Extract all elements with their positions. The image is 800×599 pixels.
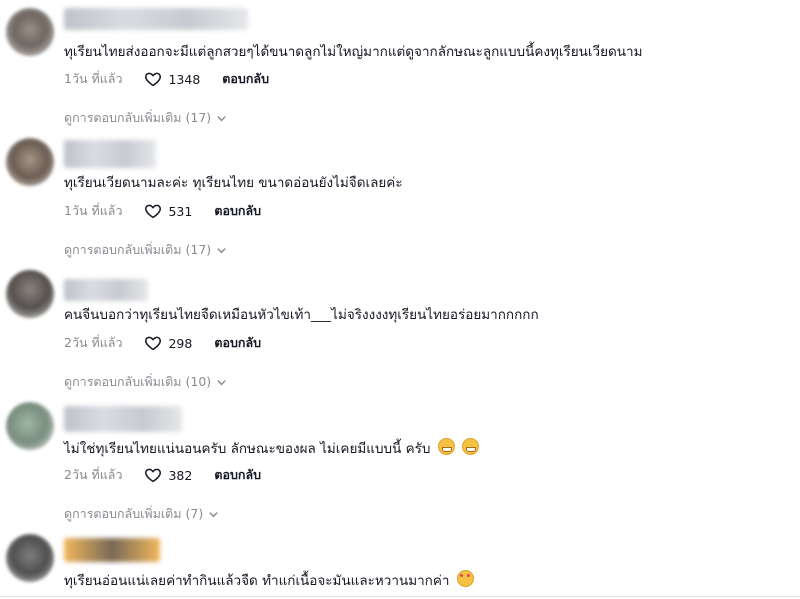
like-button[interactable]: 382 (144, 466, 192, 484)
comment-text: คนจีนบอกว่าทุเรียนไทยจืดเหมือนหัวไขเท้า_… (64, 307, 539, 323)
comment-text: ทุเรียนอ่อนแน่เลยค่าทำกินแล้วจืด ทำแก่เน… (64, 570, 474, 590)
comment-time: 1วัน ที่แล้ว (64, 71, 123, 86)
like-button[interactable]: 531 (144, 202, 192, 220)
heart-outline-icon (145, 336, 162, 351)
grinning-emoji-icon (437, 438, 455, 455)
comment-text-content: ทุเรียนอ่อนแน่เลยค่าทำกินแล้วจืด ทำแก่เน… (64, 573, 450, 589)
like-count: 1348 (168, 71, 201, 87)
view-more-replies[interactable]: ดูการตอบกลับเพิ่มเติม (17) (64, 240, 227, 260)
comment-meta: 2วัน ที่แล้ว 298 ตอบกลับ (64, 333, 261, 353)
reply-button[interactable]: ตอบกลับ (214, 201, 261, 221)
view-more-replies[interactable]: ดูการตอบกลับเพิ่มเติม (7) (64, 504, 219, 524)
comment-meta: 2วัน ที่แล้ว 382 ตอบกลับ (64, 465, 261, 485)
comment-time: 2วัน ที่แล้ว (64, 467, 123, 482)
avatar[interactable] (6, 8, 54, 56)
avatar[interactable] (6, 138, 54, 186)
view-more-replies-label: ดูการตอบกลับเพิ่มเติม (10) (64, 374, 212, 389)
comment-time: 1วัน ที่แล้ว (64, 203, 123, 218)
comment-meta: 1วัน ที่แล้ว 531 ตอบกลับ (64, 201, 261, 221)
view-more-replies[interactable]: ดูการตอบกลับเพิ่มเติม (17) (64, 108, 227, 128)
comment-text: ทุเรียนเวียดนามละค่ะ ทุเรียนไทย ขนาดอ่อน… (64, 175, 403, 191)
heart-eyes-emoji-icon (456, 570, 474, 587)
reply-button[interactable]: ตอบกลับ (214, 333, 261, 353)
heart-outline-icon (145, 204, 162, 219)
view-more-replies-label: ดูการตอบกลับเพิ่มเติม (7) (64, 506, 204, 521)
heart-outline-icon (145, 72, 162, 87)
comment-time: 2วัน ที่แล้ว (64, 335, 123, 350)
chevron-down-icon (217, 115, 226, 121)
like-button[interactable]: 298 (144, 334, 192, 352)
view-more-replies-label: ดูการตอบกลับเพิ่มเติม (17) (64, 242, 212, 257)
comment-meta: 1วัน ที่แล้ว 1348 ตอบกลับ (64, 69, 269, 89)
view-more-replies[interactable]: ดูการตอบกลับเพิ่มเติม (10) (64, 372, 227, 392)
chevron-down-icon (209, 511, 218, 517)
username-blurred[interactable] (64, 279, 148, 301)
avatar[interactable] (6, 402, 54, 450)
avatar[interactable] (6, 534, 54, 582)
avatar[interactable] (6, 270, 54, 318)
like-button[interactable]: 1348 (144, 70, 200, 88)
reply-button[interactable]: ตอบกลับ (214, 465, 261, 485)
like-count: 382 (168, 467, 193, 483)
chevron-down-icon (217, 379, 226, 385)
like-count: 298 (168, 335, 193, 351)
divider (0, 596, 800, 597)
view-more-replies-label: ดูการตอบกลับเพิ่มเติม (17) (64, 110, 212, 125)
heart-outline-icon (145, 468, 162, 483)
chevron-down-icon (217, 247, 226, 253)
comment-text: ไม่ใช่ทุเรียนไทยแน่นอนครับ ลักษณะของผล ไ… (64, 438, 480, 458)
username-blurred[interactable] (64, 8, 248, 30)
comment-text: ทุเรียนไทยส่งออกจะมีแต่ลูกสวยๆได้ขนาดลูก… (64, 44, 643, 60)
username-blurred[interactable] (64, 140, 156, 168)
username-blurred[interactable] (64, 538, 160, 562)
like-count: 531 (168, 203, 193, 219)
comment-text-content: ไม่ใช่ทุเรียนไทยแน่นอนครับ ลักษณะของผล ไ… (64, 441, 431, 457)
grinning-emoji-icon (462, 438, 480, 455)
reply-button[interactable]: ตอบกลับ (222, 69, 269, 89)
username-blurred[interactable] (64, 406, 182, 432)
